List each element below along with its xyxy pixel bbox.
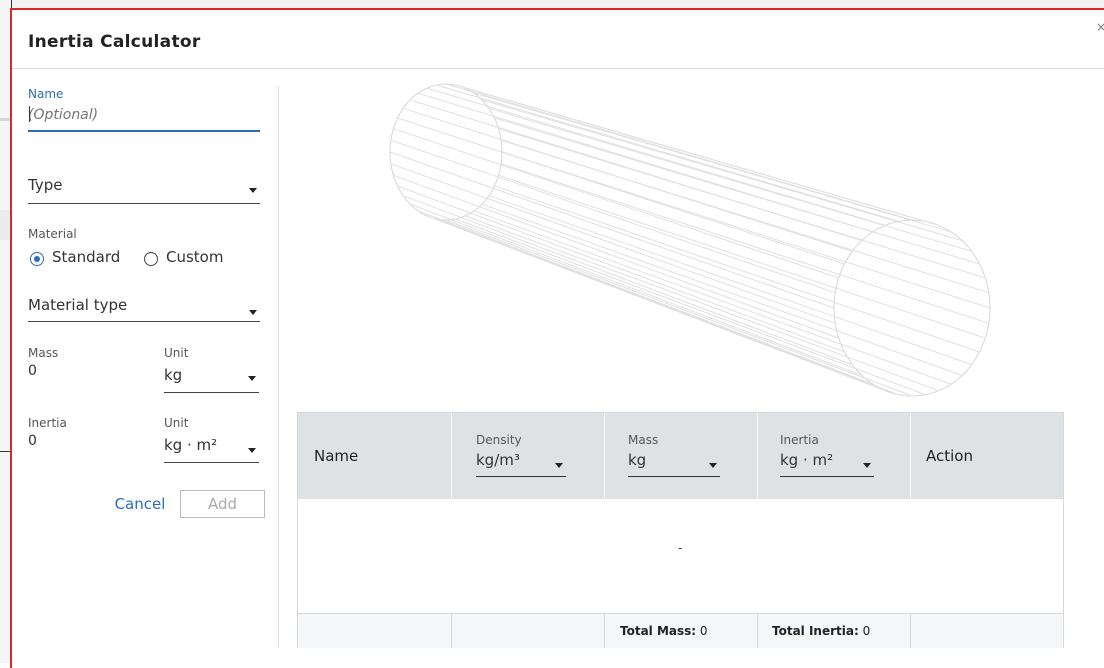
- cylinder-front-rim: [389, 83, 503, 221]
- cylinder-mesh-line: [494, 117, 980, 265]
- material-type-select[interactable]: Material type: [28, 290, 260, 322]
- chevron-down-icon: [248, 448, 256, 453]
- table-footer: Total Mass: 0 Total Inertia: 0: [298, 613, 1063, 648]
- footer-divider: [757, 614, 758, 648]
- inertia-label: Inertia: [28, 416, 67, 430]
- cylinder-mesh-line: [455, 218, 926, 396]
- inertia-column-unit-value: kg · m²: [780, 451, 834, 469]
- cylinder-mesh-line: [445, 83, 913, 221]
- total-mass-label: Total Mass:: [620, 624, 697, 638]
- mass-unit-select[interactable]: kg: [164, 360, 259, 393]
- background-app-strip: [0, 0, 1104, 8]
- chevron-down-icon: [709, 463, 717, 468]
- text-cursor: [29, 106, 30, 122]
- total-inertia-value: 0: [862, 624, 871, 638]
- form-divider: [278, 86, 279, 648]
- cylinder-mesh-line: [393, 174, 839, 339]
- density-unit-select[interactable]: kg/m³: [476, 449, 566, 477]
- density-unit-value: kg/m³: [476, 451, 520, 469]
- inertia-value: 0: [28, 433, 37, 449]
- standard-radio[interactable]: [30, 252, 44, 266]
- cylinder-mesh-line: [500, 163, 989, 324]
- header-divider: [604, 413, 605, 499]
- material-type-label: Material type: [28, 296, 128, 314]
- column-header-name: Name: [314, 447, 359, 465]
- inertia-unit-value: kg · m²: [164, 436, 218, 454]
- table-header: Name Density kg/m³ Mass kg Inertia kg · …: [298, 413, 1063, 499]
- footer-divider: [910, 614, 911, 648]
- title-divider: [12, 68, 1104, 69]
- cylinder-mesh-line: [473, 210, 952, 385]
- type-select-label: Type: [28, 176, 63, 194]
- column-header-mass: Mass: [628, 433, 659, 447]
- chevron-down-icon: [555, 463, 563, 468]
- inertia-column-unit-select[interactable]: kg · m²: [780, 449, 874, 477]
- dialog-title: Inertia Calculator: [28, 32, 201, 52]
- cylinder-mesh-line: [481, 203, 963, 376]
- mass-label: Mass: [28, 346, 59, 360]
- total-mass: Total Mass: 0: [620, 624, 708, 638]
- chevron-down-icon: [249, 188, 257, 193]
- cylinder-mesh-line: [393, 128, 839, 279]
- inertia-unit-label: Unit: [164, 416, 189, 430]
- name-label: Name: [28, 87, 64, 101]
- column-header-action: Action: [926, 447, 973, 465]
- cylinder-mesh-line: [488, 107, 972, 252]
- inertia-unit-select[interactable]: kg · m²: [164, 430, 259, 463]
- close-icon[interactable]: ×: [1096, 20, 1104, 34]
- inertia-table: Name Density kg/m³ Mass kg Inertia kg · …: [297, 412, 1064, 648]
- name-input[interactable]: [28, 100, 260, 132]
- chevron-down-icon: [863, 463, 871, 468]
- total-mass-value: 0: [699, 624, 708, 638]
- cancel-button[interactable]: Cancel: [110, 493, 170, 515]
- cylinder-mesh-line: [481, 99, 963, 242]
- cylinder-mesh-line: [473, 92, 952, 233]
- add-button[interactable]: Add: [180, 490, 265, 518]
- mass-value: 0: [28, 363, 37, 379]
- mass-column-unit-value: kg: [628, 451, 647, 469]
- type-select[interactable]: Type: [28, 172, 260, 204]
- header-divider: [910, 413, 911, 499]
- custom-radio-label[interactable]: Custom: [166, 248, 223, 266]
- header-divider: [451, 413, 452, 499]
- cylinder-mesh-line: [409, 203, 863, 376]
- total-inertia-label: Total Inertia:: [772, 624, 859, 638]
- cylinder-mesh-line: [426, 87, 886, 226]
- material-label: Material: [28, 227, 77, 241]
- cylinder-mesh-lines: [389, 83, 991, 397]
- chevron-down-icon: [249, 310, 257, 315]
- custom-radio[interactable]: [144, 252, 158, 266]
- cylinder-wireframe-icon: [389, 83, 991, 397]
- footer-divider: [604, 614, 605, 648]
- header-divider: [757, 413, 758, 499]
- column-header-inertia: Inertia: [780, 433, 819, 447]
- mass-unit-label: Unit: [164, 346, 189, 360]
- total-inertia: Total Inertia: 0: [772, 624, 870, 638]
- footer-divider: [451, 614, 452, 648]
- cylinder-mesh-line: [426, 215, 886, 392]
- cylinder-mesh-line: [465, 87, 939, 226]
- standard-radio-label[interactable]: Standard: [52, 248, 120, 266]
- mass-unit-value: kg: [164, 366, 183, 384]
- mass-column-unit-select[interactable]: kg: [628, 449, 720, 477]
- chevron-down-icon: [248, 376, 256, 381]
- column-header-density: Density: [476, 433, 522, 447]
- empty-table-placeholder: -: [678, 541, 683, 555]
